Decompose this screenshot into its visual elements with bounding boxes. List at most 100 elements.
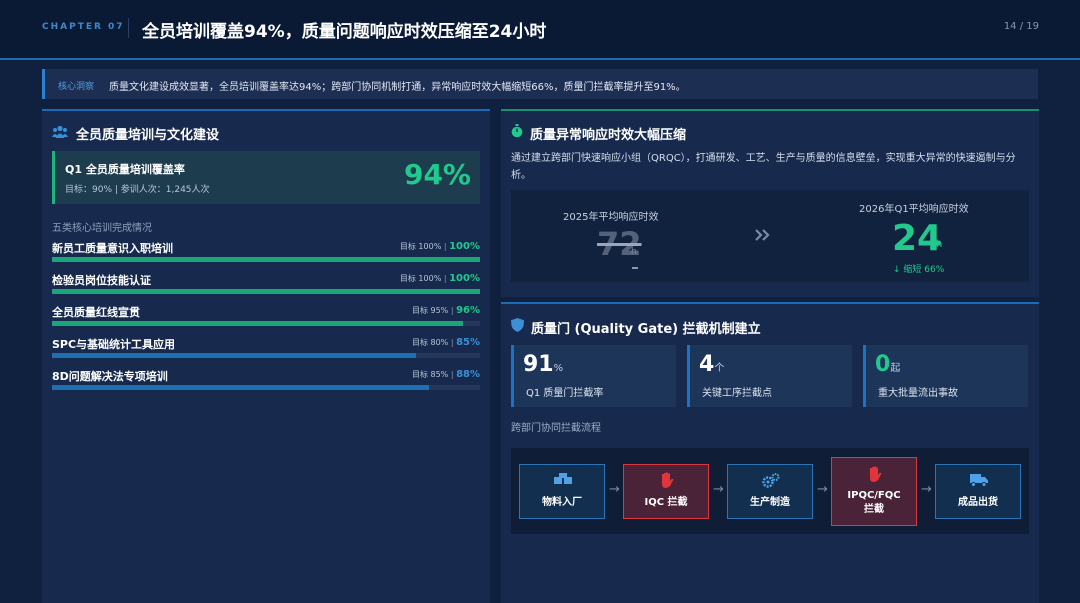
gate-stat-label: Q1 质量门拦截率: [526, 388, 604, 399]
gate-stat-value: 0: [875, 352, 891, 377]
flow-step-production: 生产制造: [727, 464, 813, 519]
chapter-label: CHAPTER 07: [42, 22, 125, 32]
training-target: 目标 80%: [411, 338, 449, 347]
training-row: 检验员岗位技能认证 目标 100% | 100%: [52, 272, 480, 298]
training-panel: 全员质量培训与文化建设 Q1 全员质量培训覆盖率 目标：90% | 参训人次：1…: [42, 109, 490, 603]
users-icon: [52, 125, 68, 138]
training-target: 目标 85%: [411, 370, 449, 379]
boxes-icon: [554, 473, 572, 484]
stopwatch-icon: [511, 124, 523, 138]
gate-stat-label: 重大批量流出事故: [878, 388, 958, 399]
header-divider: [128, 18, 129, 38]
separator: |: [448, 370, 457, 379]
page-title: 全员培训覆盖94%，质量问题响应时效压缩至24小时: [142, 22, 547, 42]
page-number: 14 / 19: [1003, 21, 1039, 32]
header-bar: CHAPTER 07 全员培训覆盖94%，质量问题响应时效压缩至24小时 14 …: [0, 0, 1080, 60]
response-compare-box: 2025年平均响应时效 72 h 2026年Q1平均响应时效 24 h ↓ 缩短…: [511, 190, 1029, 282]
coverage-kpi-card: Q1 全员质量培训覆盖率 目标：90% | 参训人次：1,245人次 94%: [52, 151, 480, 204]
flow-step-label: 成品出货: [958, 497, 998, 508]
before-value: 72: [597, 225, 642, 263]
progress-track: [52, 353, 480, 358]
hand-stop-icon: [662, 472, 674, 488]
gate-stat-label: 关键工序拦截点: [702, 388, 772, 399]
arrow-right-icon: →: [817, 482, 828, 497]
after-value: 24: [892, 218, 943, 259]
flow-step-ipqc-fqc: IPQC/FQC 拦截: [831, 457, 917, 526]
training-title: 全员质量培训与文化建设: [76, 128, 220, 143]
gate-stat-unit: 个: [714, 363, 725, 374]
arrow-right-icon: →: [609, 482, 620, 497]
training-name: 新员工质量意识入职培训: [52, 242, 173, 255]
progress-track: [52, 257, 480, 262]
training-subhead: 五类核心培训完成情况: [52, 223, 152, 234]
shield-icon: [511, 318, 524, 332]
progress-fill: [52, 289, 480, 294]
coverage-kpi-sub: 目标：90% | 参训人次：1,245人次: [65, 185, 210, 195]
training-percent: 100%: [449, 241, 480, 252]
gate-stat-unit: %: [553, 363, 564, 374]
training-row: 8D问题解决法专项培训 目标 85% | 88%: [52, 368, 480, 394]
progress-fill: [52, 257, 480, 262]
gate-stat-points: 4个 关键工序拦截点: [687, 345, 852, 407]
training-percent: 100%: [449, 273, 480, 284]
training-meta: 目标 100% | 100%: [400, 273, 480, 284]
progress-track: [52, 289, 480, 294]
gate-stat-value: 91: [523, 352, 554, 377]
after-unit: h: [936, 239, 943, 250]
response-panel: 质量异常响应时效大幅压缩 通过建立跨部门快速响应小组（QRQC），打通研发、工艺…: [501, 109, 1039, 297]
hand-stop-icon: [870, 466, 882, 482]
arrow-right-icon: →: [713, 482, 724, 497]
gate-panel: 质量门 (Quality Gate) 拦截机制建立 91% Q1 质量门拦截率 …: [501, 302, 1039, 603]
gate-stat-accidents: 0起 重大批量流出事故: [863, 345, 1028, 407]
insight-tag: 核心洞察: [58, 82, 95, 92]
progress-fill: [52, 321, 463, 326]
progress-track: [52, 385, 480, 390]
double-chevron-right-icon: [755, 229, 770, 241]
coverage-kpi-value: 94%: [403, 158, 471, 191]
response-description: 通过建立跨部门快速响应小组（QRQC），打通研发、工艺、生产与质量的信息壁垒，实…: [511, 153, 1016, 181]
after-delta: ↓ 缩短 66%: [893, 265, 945, 275]
separator: |: [441, 242, 450, 251]
training-row: 全员质量红线宣贯 目标 95% | 96%: [52, 304, 480, 330]
flow-step-label: 生产制造: [750, 497, 790, 508]
training-meta: 目标 95% | 96%: [412, 305, 480, 316]
training-row: SPC与基础统计工具应用 目标 80% | 85%: [52, 336, 480, 362]
training-percent: 85%: [456, 337, 480, 348]
training-target: 目标 100%: [399, 242, 442, 251]
gears-icon: [762, 473, 780, 488]
before-unit: h: [631, 247, 637, 257]
training-meta: 目标 85% | 88%: [412, 369, 480, 380]
flow-step-material-in: 物料入厂: [519, 464, 605, 519]
training-name: 8D问题解决法专项培训: [52, 370, 168, 383]
flow-step-label: IQC 拦截: [644, 497, 688, 508]
arrow-right-icon: →: [921, 482, 932, 497]
progress-track: [52, 321, 480, 326]
training-percent: 96%: [456, 305, 480, 316]
response-title: 质量异常响应时效大幅压缩: [530, 128, 687, 143]
truck-icon: [970, 474, 988, 487]
gate-stat-value: 4: [699, 352, 715, 377]
before-label: 2025年平均响应时效: [563, 212, 659, 223]
training-target: 目标 95%: [411, 306, 449, 315]
training-target: 目标 100%: [399, 274, 442, 283]
after-label: 2026年Q1平均响应时效: [859, 204, 969, 215]
training-name: 全员质量红线宣贯: [52, 306, 140, 319]
flow-diagram: 物料入厂 → IQC 拦截 → 生产制造 → IPQC/FQC 拦截 → 成品出…: [511, 448, 1029, 534]
training-percent: 88%: [456, 369, 480, 380]
training-meta: 目标 80% | 85%: [412, 337, 480, 348]
insight-banner: 核心洞察 质量文化建设成效显著，全员培训覆盖率达94%；跨部门协同机制打通，异常…: [42, 69, 1038, 99]
separator: |: [448, 338, 457, 347]
flow-label: 跨部门协同拦截流程: [511, 423, 601, 434]
gate-stat-unit: 起: [890, 363, 901, 374]
flow-step-iqc: IQC 拦截: [623, 464, 709, 519]
training-name: 检验员岗位技能认证: [52, 274, 151, 287]
progress-fill: [52, 353, 416, 358]
flow-step-label: IPQC/FQC 拦截: [847, 490, 901, 515]
training-meta: 目标 100% | 100%: [400, 241, 480, 252]
before-dash: [632, 267, 638, 269]
separator: |: [448, 306, 457, 315]
training-name: SPC与基础统计工具应用: [52, 338, 176, 351]
flow-step-label: 物料入厂: [542, 497, 582, 508]
insight-text: 质量文化建设成效显著，全员培训覆盖率达94%；跨部门协同机制打通，异常响应时效大…: [109, 82, 686, 93]
flow-step-shipping: 成品出货: [935, 464, 1021, 519]
